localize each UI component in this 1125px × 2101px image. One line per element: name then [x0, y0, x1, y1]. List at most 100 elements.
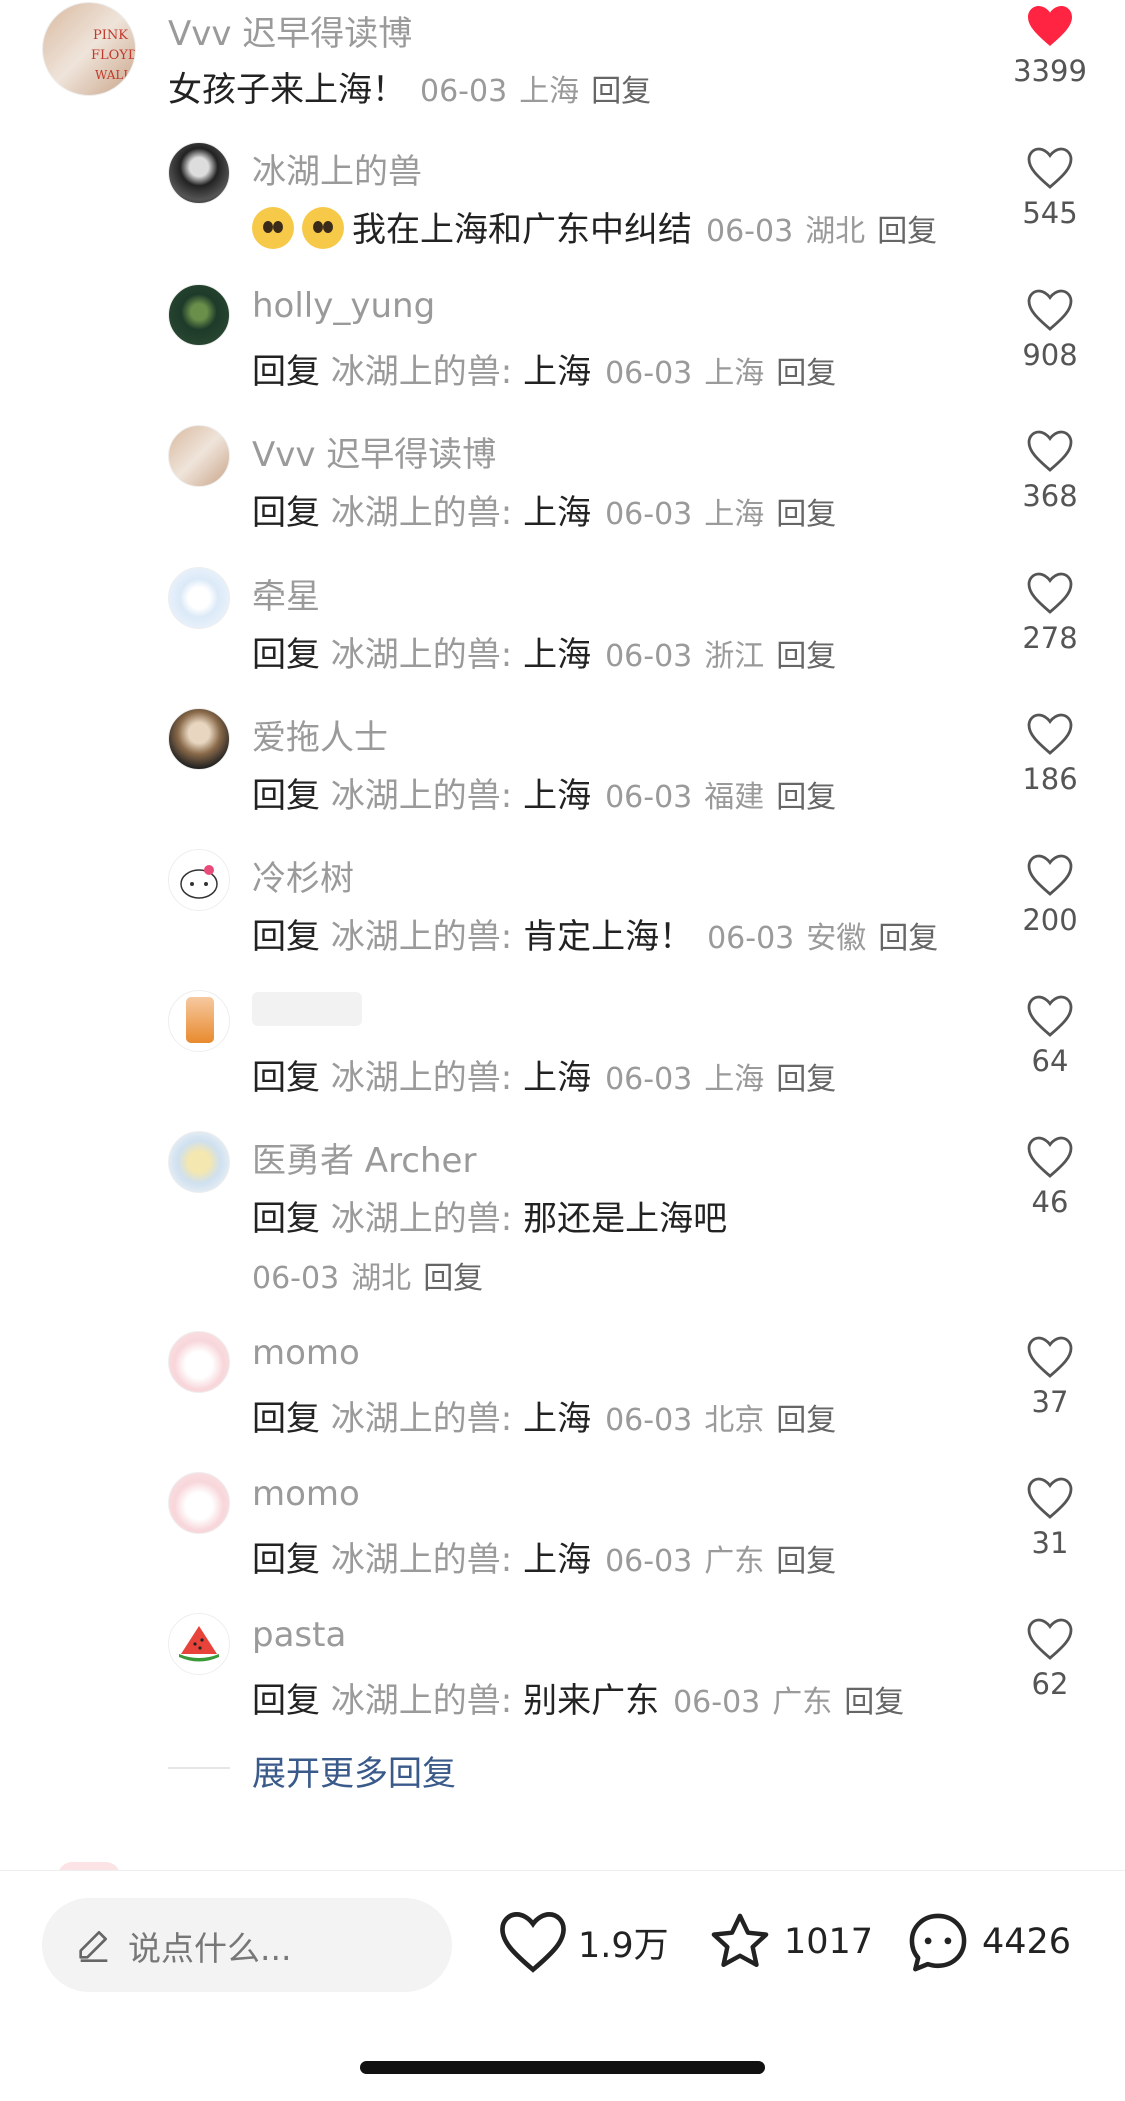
watermelon-icon [179, 1626, 219, 1662]
svg-text:WALL: WALL [95, 68, 131, 82]
username[interactable]: 冷杉树 [252, 851, 354, 900]
avatar[interactable] [168, 567, 230, 629]
like-post-button[interactable]: 1.9万 [498, 1907, 669, 1977]
reply-target[interactable]: 冰湖上的兽: [331, 1399, 512, 1439]
reply-button[interactable]: 回复 [776, 1544, 836, 1579]
reply-button[interactable]: 回复 [423, 1261, 483, 1296]
avatar[interactable] [168, 1613, 230, 1675]
comment-location: 北京 [704, 1403, 765, 1438]
reply-button[interactable]: 回复 [878, 921, 938, 956]
heart-filled-icon [1028, 6, 1072, 46]
comment-text-line: 回复 冰湖上的兽: 肯定上海！ 06-03 安徽 回复 [252, 909, 938, 958]
comment-text: 别来广东 [523, 1681, 660, 1721]
reply-target[interactable]: 冰湖上的兽: [331, 493, 512, 533]
pleading-face-emoji-icon [302, 207, 344, 249]
home-indicator[interactable] [360, 2061, 765, 2074]
reply-button[interactable]: 回复 [776, 356, 836, 391]
avatar[interactable]: PINK FLOYD WALL [42, 2, 136, 96]
reply-button[interactable]: 回复 [776, 1062, 836, 1097]
like-button[interactable]: 908 [1005, 288, 1095, 372]
reply-prefix: 回复 [252, 1199, 320, 1239]
avatar[interactable] [168, 425, 230, 487]
reply-button[interactable]: 回复 [591, 74, 651, 109]
like-button[interactable]: 46 [1005, 1135, 1095, 1219]
reply-target[interactable]: 冰湖上的兽: [331, 352, 512, 392]
comment-text-line: 我在上海和广东中纠结 06-03 湖北 回复 [252, 202, 937, 251]
reply-button[interactable]: 回复 [877, 214, 937, 249]
like-button[interactable]: 186 [1005, 712, 1095, 796]
username[interactable]: momo [252, 1474, 360, 1514]
expand-more-replies-button[interactable]: 展开更多回复 [252, 1746, 456, 1795]
username[interactable]: Vvv 迟早得读博 [252, 427, 496, 476]
comments-button[interactable]: 4426 [904, 1907, 1071, 1977]
like-button[interactable]: 200 [1005, 853, 1095, 937]
comment-text-line: 女孩子来上海！ 06-03 上海 回复 [168, 62, 651, 111]
like-button[interactable]: 368 [1005, 429, 1095, 513]
username[interactable]: momo [252, 1333, 360, 1373]
reply-target[interactable]: 冰湖上的兽: [331, 776, 512, 816]
reply-button[interactable]: 回复 [776, 1403, 836, 1438]
comment-location: 浙江 [704, 639, 765, 674]
comment-text: 上海 [523, 1399, 592, 1439]
main-comment: PINK FLOYD WALL Vvv 迟早得读博 女孩子来上海！ 06-03 上海 回复… [0, 0, 1125, 130]
avatar[interactable] [168, 284, 230, 346]
avatar[interactable] [168, 142, 230, 204]
reply-target[interactable]: 冰湖上的兽: [331, 1199, 512, 1239]
heart-outline-icon [1027, 1336, 1073, 1378]
reply-target[interactable]: 冰湖上的兽: [331, 1058, 512, 1098]
like-button[interactable]: 31 [1005, 1476, 1095, 1560]
comment-text: 上海 [523, 352, 592, 392]
reply-target[interactable]: 冰湖上的兽: [331, 917, 512, 957]
reply-target[interactable]: 冰湖上的兽: [331, 1681, 512, 1721]
avatar[interactable] [168, 1331, 230, 1393]
username[interactable]: holly_yung [252, 286, 435, 326]
comment-text: 我在上海和广东中纠结 [352, 210, 692, 250]
like-button[interactable]: 545 [1005, 146, 1095, 230]
avatar[interactable] [168, 1472, 230, 1534]
heart-outline-icon [500, 1912, 566, 1973]
comment-location: 福建 [704, 780, 765, 815]
comment-text-line: 回复 冰湖上的兽: 上海 06-03 福建 回复 [252, 768, 836, 817]
username[interactable]: 牵星 [252, 569, 320, 618]
comment-text: 女孩子来上海！ [168, 70, 406, 110]
comment-date: 06-03 [707, 921, 795, 956]
reply-button[interactable]: 回复 [844, 1685, 904, 1720]
input-placeholder: 说点什么... [128, 1929, 292, 1968]
avatar-graffiti-icon: PINK FLOYD WALL [91, 28, 136, 82]
reply-target[interactable]: 冰湖上的兽: [331, 1540, 512, 1580]
comment-text: 上海 [523, 776, 592, 816]
avatar-drink-icon [186, 997, 214, 1043]
reply-prefix: 回复 [252, 917, 320, 957]
avatar[interactable] [168, 1131, 230, 1193]
comment-text: 上海 [523, 1540, 592, 1580]
like-button[interactable]: 3399 [1005, 4, 1095, 88]
username-blurred[interactable] [252, 992, 362, 1026]
reply-button[interactable]: 回复 [776, 780, 836, 815]
comment-input[interactable]: 说点什么... [42, 1898, 452, 1992]
username[interactable]: 冰湖上的兽 [252, 144, 422, 193]
username[interactable]: Vvv 迟早得读博 [168, 6, 412, 55]
reply-button[interactable]: 回复 [776, 497, 836, 532]
svg-text:FLOYD: FLOYD [91, 48, 136, 63]
like-button[interactable]: 62 [1005, 1617, 1095, 1701]
username[interactable]: 爱拖人士 [252, 710, 388, 759]
username[interactable]: pasta [252, 1615, 346, 1655]
like-button[interactable]: 278 [1005, 571, 1095, 655]
comment-location: 广东 [704, 1544, 765, 1579]
comment-meta-line: 06-03 湖北 回复 [252, 1253, 483, 1297]
reply-button[interactable]: 回复 [776, 639, 836, 674]
favorite-button[interactable]: 1017 [706, 1907, 873, 1977]
reply-target[interactable]: 冰湖上的兽: [331, 635, 512, 675]
avatar[interactable] [168, 990, 230, 1052]
comment-date: 06-03 [605, 639, 693, 674]
comment-text-line: 回复 冰湖上的兽: 上海 06-03 上海 回复 [252, 344, 836, 393]
heart-outline-icon [1027, 289, 1073, 331]
comment-date: 06-03 [420, 74, 508, 109]
like-button[interactable]: 64 [1005, 994, 1095, 1078]
like-button[interactable]: 37 [1005, 1335, 1095, 1419]
comment-date: 06-03 [605, 1062, 693, 1097]
heart-outline-icon [1027, 995, 1073, 1037]
avatar[interactable] [168, 849, 230, 911]
avatar[interactable] [168, 708, 230, 770]
username[interactable]: 医勇者 Archer [252, 1133, 476, 1182]
